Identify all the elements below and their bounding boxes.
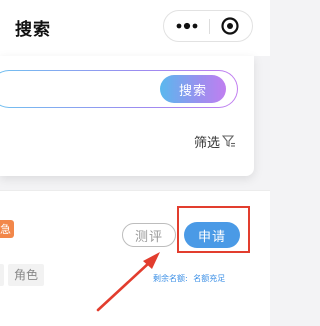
- filter-icon: [222, 135, 236, 147]
- remaining-quota: 剩余名额: 名额充足: [153, 273, 225, 284]
- divider: [0, 190, 270, 191]
- quota-label: 剩余名额:: [153, 274, 188, 283]
- status-badge-text: 急: [0, 223, 11, 236]
- status-badge: 急: [0, 220, 14, 238]
- target-close-icon[interactable]: [220, 16, 240, 36]
- more-dots-icon[interactable]: [174, 19, 200, 33]
- quota-value: 名额充足: [193, 274, 226, 283]
- search-input[interactable]: [5, 77, 149, 103]
- tag-item: [0, 264, 4, 286]
- evaluation-button[interactable]: 测评: [122, 223, 176, 247]
- search-bar: 搜索: [0, 70, 238, 108]
- search-bar-inner: 搜索: [0, 71, 237, 107]
- search-button[interactable]: 搜索: [160, 75, 226, 103]
- apply-button[interactable]: 申请: [184, 222, 240, 248]
- filter-button[interactable]: 筛选: [194, 132, 236, 151]
- result-card: 急 测评 申请 角色 剩余名额: 名额充足: [0, 190, 270, 326]
- page-title: 搜索: [15, 20, 51, 40]
- capsule-divider: [209, 19, 210, 34]
- mini-program-capsule: [163, 10, 253, 42]
- search-panel: 搜索 筛选: [0, 56, 254, 176]
- tag-item-role: 角色: [8, 264, 45, 286]
- top-nav-bar: 搜索: [0, 0, 270, 56]
- filter-label: 筛选: [194, 135, 221, 151]
